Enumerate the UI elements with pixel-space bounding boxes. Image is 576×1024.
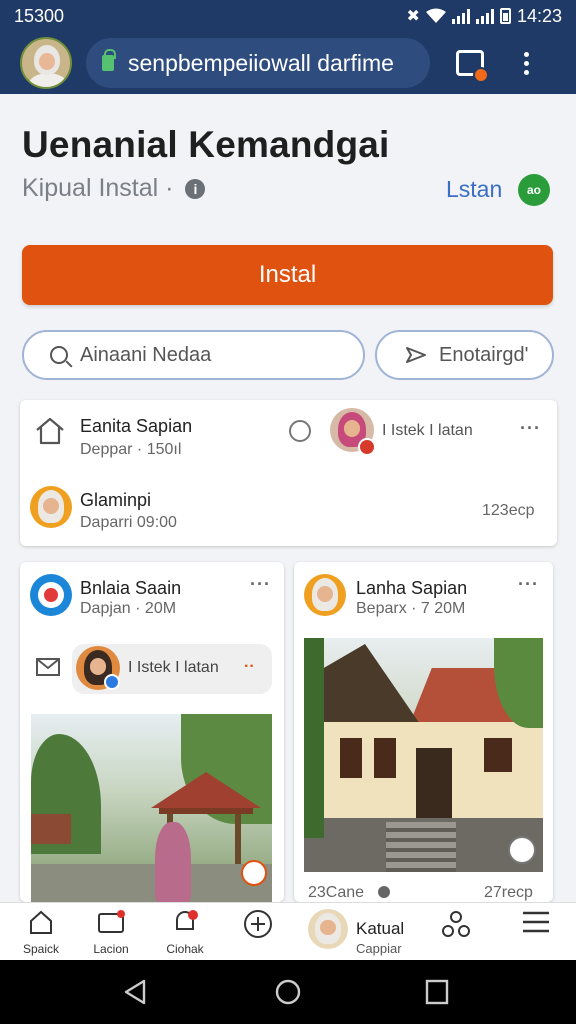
- nav-sublabel: Cappiar: [356, 941, 402, 956]
- comment-bubble[interactable]: I Istek I latan ··: [72, 644, 272, 694]
- verified-icon: [104, 674, 120, 690]
- hamburger-menu-icon: [523, 911, 549, 933]
- nav-item-notifications[interactable]: Ciohak: [160, 909, 210, 956]
- feed-card-right[interactable]: Lanha Sapian Beparx · 7 20M ··· 23Cane 2…: [294, 562, 553, 902]
- install-button[interactable]: Instal: [22, 245, 553, 305]
- avatar-badge-icon: [358, 438, 376, 456]
- address-bar[interactable]: senpbempeiiowall darfime: [86, 38, 430, 88]
- post-meta: Deppar · 150ıl: [80, 441, 182, 458]
- nav-item-groups[interactable]: [438, 909, 474, 946]
- explore-button[interactable]: Enotairgd': [375, 330, 554, 380]
- nav-label: Lacion: [93, 942, 129, 956]
- status-bar: 15300 ✖ 14:23: [0, 0, 576, 32]
- signal-icon-2: [475, 8, 494, 24]
- post-author-right: Lanha Sapian: [356, 578, 468, 598]
- home-icon: [30, 910, 52, 934]
- profile-avatar-small: [308, 909, 348, 949]
- recents-icon[interactable]: [424, 978, 450, 1006]
- dot-separator-icon: [378, 886, 390, 898]
- post-count: 123ecp: [482, 502, 535, 519]
- post-author-left: Bnlaia Saain: [80, 578, 182, 598]
- post-author: Eanita Sapian: [80, 416, 193, 436]
- feed-card-left[interactable]: Bnlaia Saain Dapjan · 20M ··· I Istek I …: [20, 562, 284, 902]
- author-avatar[interactable]: [30, 486, 72, 528]
- nav-item-menu[interactable]: [520, 909, 552, 942]
- status-icons: ✖ 14:23: [407, 6, 562, 27]
- settings-icon[interactable]: [508, 836, 536, 864]
- post-meta-left: Dapjan · 20M: [80, 600, 177, 617]
- feed-card-top[interactable]: Eanita Sapian Deppar · 150ıl I Istek I l…: [20, 400, 557, 546]
- bell-icon: [176, 910, 198, 930]
- more-options-icon-right[interactable]: ···: [518, 574, 539, 595]
- bubbles-icon: [442, 911, 470, 937]
- post-shares: 27recp: [484, 884, 533, 901]
- select-radio[interactable]: [289, 420, 311, 442]
- browser-toolbar: senpbempeiiowall darfime: [0, 32, 576, 94]
- nav-label: Spaick: [22, 942, 60, 956]
- post-likes: 23Cane: [308, 884, 365, 901]
- channel-logo-icon[interactable]: [30, 574, 72, 616]
- signal-icon: [451, 8, 470, 24]
- listen-badge-icon[interactable]: ао: [518, 174, 550, 206]
- info-icon[interactable]: i: [185, 178, 206, 199]
- url-text: senpbempeiiowall darfime: [128, 49, 394, 76]
- overflow-menu-icon[interactable]: [520, 51, 532, 75]
- wifi-icon: [425, 8, 446, 23]
- home-circle-icon[interactable]: [274, 978, 302, 1006]
- comment-text: I Istek I latan: [128, 659, 219, 676]
- post-meta-right: Beparx · 7 20M: [356, 600, 466, 617]
- subtitle-text: Kipual Instal ·: [22, 174, 174, 202]
- search-icon: [50, 346, 68, 364]
- bottom-navigation: Spaick Lacion Ciohak Katual Cappiar: [0, 902, 576, 960]
- nav-item-home[interactable]: Spaick: [16, 909, 66, 956]
- nav-label: Katual: [356, 919, 405, 938]
- nav-label: Ciohak: [166, 942, 204, 956]
- notification-dot: [473, 67, 489, 83]
- back-icon[interactable]: [122, 978, 148, 1006]
- more-icon[interactable]: ··: [244, 658, 255, 676]
- post-author-2: Glaminpi: [80, 490, 152, 510]
- search-placeholder: Ainaani Nedaa: [80, 343, 212, 366]
- more-options-icon-left[interactable]: ···: [250, 574, 271, 595]
- post-photo-pavilion[interactable]: [31, 714, 272, 902]
- status-left-text: 15300: [14, 5, 65, 26]
- system-navigation-bar: [0, 960, 576, 1024]
- search-input[interactable]: Ainaani Nedaa: [22, 330, 365, 380]
- lock-icon: [102, 49, 116, 71]
- more-options-icon[interactable]: ···: [520, 418, 541, 439]
- author-avatar-right[interactable]: [304, 574, 346, 616]
- nav-item-add[interactable]: [240, 909, 276, 946]
- add-circle-icon: [244, 910, 272, 938]
- post-photo-house[interactable]: [304, 638, 543, 872]
- page-title: Uenanial Kemandgai: [22, 124, 390, 165]
- send-icon: [406, 347, 426, 363]
- camera-icon[interactable]: [241, 860, 267, 886]
- mail-icon: [36, 658, 60, 676]
- post-meta-2: Daparri 09:00: [80, 514, 177, 531]
- page-content: Uenanial Kemandgai Kipual Instal · i Lst…: [0, 94, 576, 902]
- clock: 14:23: [516, 5, 562, 26]
- home-icon: [36, 417, 64, 445]
- tabs-button[interactable]: [456, 50, 489, 83]
- page-subtitle: Kipual Instal · i: [22, 174, 206, 203]
- explore-label: Enotairgd': [439, 343, 529, 366]
- person-figure: [155, 822, 191, 902]
- profile-avatar[interactable]: [20, 37, 72, 89]
- battery-icon: [499, 8, 511, 24]
- comment-label: I Istek I latan: [382, 422, 473, 439]
- listen-link[interactable]: Lstan: [446, 176, 502, 203]
- nfc-icon: ✖: [406, 8, 420, 25]
- nav-item-location[interactable]: Lacion: [86, 909, 136, 956]
- card-icon: [98, 910, 125, 933]
